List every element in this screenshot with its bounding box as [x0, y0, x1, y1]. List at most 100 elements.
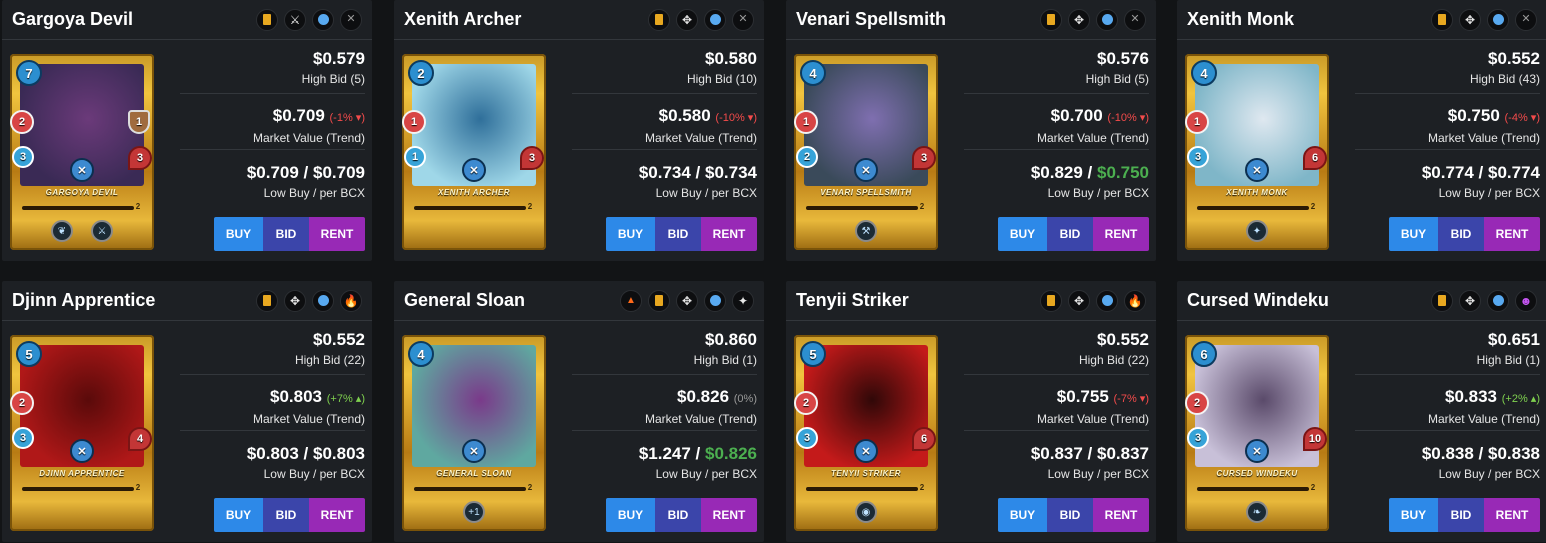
- rent-button[interactable]: RENT: [1093, 217, 1149, 251]
- buy-button[interactable]: BUY: [1389, 498, 1438, 532]
- low-buy-label: Low Buy / per BCX: [655, 467, 757, 481]
- sneak-icon: ✕: [1124, 8, 1146, 31]
- gold-foil-icon: [648, 8, 670, 31]
- card-title[interactable]: Xenith Archer: [404, 9, 521, 30]
- bid-button[interactable]: BID: [263, 217, 309, 251]
- market-value-row: $0.803 (+7% ▴) Market Value (Trend): [180, 375, 365, 431]
- speed-badge: 1: [404, 146, 426, 168]
- bid-button[interactable]: BID: [1438, 217, 1484, 251]
- speed-badge: 3: [1187, 427, 1209, 449]
- market-value: $0.700: [1050, 106, 1103, 125]
- high-bid-label: High Bid: [294, 353, 341, 367]
- rent-button[interactable]: RENT: [1484, 498, 1540, 532]
- card-tags: ✥ 🔥: [1040, 289, 1146, 312]
- card-tags: ✥ ✕: [1040, 8, 1146, 31]
- high-bid-count: (43): [1518, 72, 1540, 86]
- market-value: $0.750: [1447, 106, 1500, 125]
- buy-button[interactable]: BUY: [606, 498, 655, 532]
- card-art-name: Xenith Archer: [438, 188, 510, 197]
- high-bid-count: (22): [343, 353, 365, 367]
- attack-badge: 2: [10, 110, 34, 134]
- bid-button[interactable]: BID: [1047, 498, 1093, 532]
- card-title[interactable]: Cursed Windeku: [1187, 290, 1329, 311]
- price-value: $0.552: [1488, 49, 1540, 68]
- split-icon: ✥: [1068, 8, 1090, 31]
- rent-button[interactable]: RENT: [701, 498, 757, 532]
- price-value: $0.576: [1097, 49, 1149, 68]
- card-title[interactable]: Tenyii Striker: [796, 290, 909, 311]
- high-bid-row: $0.651 High Bid (1): [1355, 321, 1540, 375]
- card-art[interactable]: 4 1 3 6 ✕ Xenith Monk 2 ✦: [1185, 54, 1329, 250]
- card-market-grid: Gargoya Devil ⚔ ✕ 7 2 1 3 3 ✕ Gargoya Dev…: [0, 0, 1546, 543]
- buy-button[interactable]: BUY: [606, 217, 655, 251]
- buy-button[interactable]: BUY: [998, 217, 1047, 251]
- action-buttons: BUY BID RENT: [998, 217, 1149, 251]
- card-art[interactable]: 4 1 2 3 ✕ Venari Spellsmith 2 ⚒: [794, 54, 938, 250]
- level-badge: 2: [919, 201, 925, 211]
- market-info: $0.579 High Bid (5) $0.709 (-1% ▾) Marke…: [180, 40, 365, 208]
- card-art[interactable]: 4 ✕ General Sloan 2 +1: [402, 335, 546, 531]
- card-art[interactable]: 5 2 3 6 ✕ Tenyii Striker 2 ◉: [794, 335, 938, 531]
- price-value: $0.580: [705, 49, 757, 68]
- xp-bar: [806, 487, 918, 491]
- fire-icon: 🔥: [1124, 289, 1146, 312]
- low-buy-row: $0.709 / $0.709 Low Buy / per BCX: [180, 150, 365, 208]
- action-buttons: BUY BID RENT: [606, 217, 757, 251]
- mana-badge: 4: [1191, 60, 1217, 86]
- rent-button[interactable]: RENT: [701, 217, 757, 251]
- market-value-label: Market Value (Trend): [252, 412, 365, 426]
- ability-slots: ⚒: [794, 220, 938, 242]
- sneak-icon: ✕: [340, 8, 362, 31]
- buy-button[interactable]: BUY: [1389, 217, 1438, 251]
- market-value: $0.803: [270, 387, 323, 406]
- card-art[interactable]: 6 2 3 10 ✕ Cursed Windeku 2 ❧: [1185, 335, 1329, 531]
- rent-button[interactable]: RENT: [309, 217, 365, 251]
- buy-button[interactable]: BUY: [214, 217, 263, 251]
- card-title[interactable]: General Sloan: [404, 290, 525, 311]
- bid-button[interactable]: BID: [655, 217, 701, 251]
- market-value-row: $0.826 (0%) Market Value (Trend): [572, 375, 757, 431]
- mana-badge: 4: [800, 60, 826, 86]
- card-title[interactable]: Djinn Apprentice: [12, 290, 155, 311]
- attack-badge: 2: [794, 391, 818, 415]
- card-title[interactable]: Gargoya Devil: [12, 9, 133, 30]
- bid-button[interactable]: BID: [1438, 498, 1484, 532]
- speed-badge: 3: [796, 427, 818, 449]
- buy-button[interactable]: BUY: [214, 498, 263, 532]
- card-title[interactable]: Venari Spellsmith: [796, 9, 946, 30]
- xp-bar: [806, 206, 918, 210]
- bid-button[interactable]: BID: [263, 498, 309, 532]
- market-info: $0.576 High Bid (5) $0.700 (-10% ▾) Mark…: [964, 40, 1149, 208]
- rarity-dot-icon: [1487, 8, 1509, 31]
- low-buy-value: $0.709 /: [246, 163, 313, 182]
- high-bid-label: High Bid: [301, 72, 347, 86]
- card-art[interactable]: 7 2 1 3 3 ✕ Gargoya Devil 2 ❦ ⚔: [10, 54, 154, 250]
- card-art[interactable]: 5 2 3 4 ✕ Djinn Apprentice 2: [10, 335, 154, 531]
- card-art-name: Gargoya Devil: [45, 188, 119, 197]
- per-bcx-value: $0.838: [1488, 444, 1540, 463]
- bid-button[interactable]: BID: [1047, 217, 1093, 251]
- market-value-label: Market Value (Trend): [644, 131, 757, 145]
- low-buy-value: $0.774 /: [1421, 163, 1488, 182]
- card-header: Venari Spellsmith ✥ ✕: [786, 0, 1156, 40]
- rent-button[interactable]: RENT: [1484, 217, 1540, 251]
- rent-button[interactable]: RENT: [1093, 498, 1149, 532]
- per-bcx-value: $0.826: [705, 444, 757, 463]
- buy-button[interactable]: BUY: [998, 498, 1047, 532]
- market-value-label: Market Value (Trend): [1036, 412, 1149, 426]
- bid-button[interactable]: BID: [655, 498, 701, 532]
- per-bcx-value: $0.774: [1488, 163, 1540, 182]
- health-badge: 10: [1303, 427, 1327, 451]
- card-header: Djinn Apprentice ✥ 🔥: [2, 281, 372, 321]
- rent-button[interactable]: RENT: [309, 498, 365, 532]
- element-gem-icon: ✕: [462, 158, 486, 182]
- market-card: Xenith Monk ✥ ✕ 4 1 3 6 ✕ Xenith Monk 2 ✦…: [1177, 0, 1546, 261]
- attack-badge: 1: [402, 110, 426, 134]
- element-gem-icon: ✕: [462, 439, 486, 463]
- rarity-dot-icon: [312, 8, 334, 31]
- card-title[interactable]: Xenith Monk: [1187, 9, 1294, 30]
- rarity-dot-icon: [1096, 289, 1118, 312]
- market-info: $0.552 High Bid (43) $0.750 (-4% ▾) Mark…: [1355, 40, 1540, 208]
- speed-badge: 3: [12, 427, 34, 449]
- card-art[interactable]: 2 1 1 3 ✕ Xenith Archer 2: [402, 54, 546, 250]
